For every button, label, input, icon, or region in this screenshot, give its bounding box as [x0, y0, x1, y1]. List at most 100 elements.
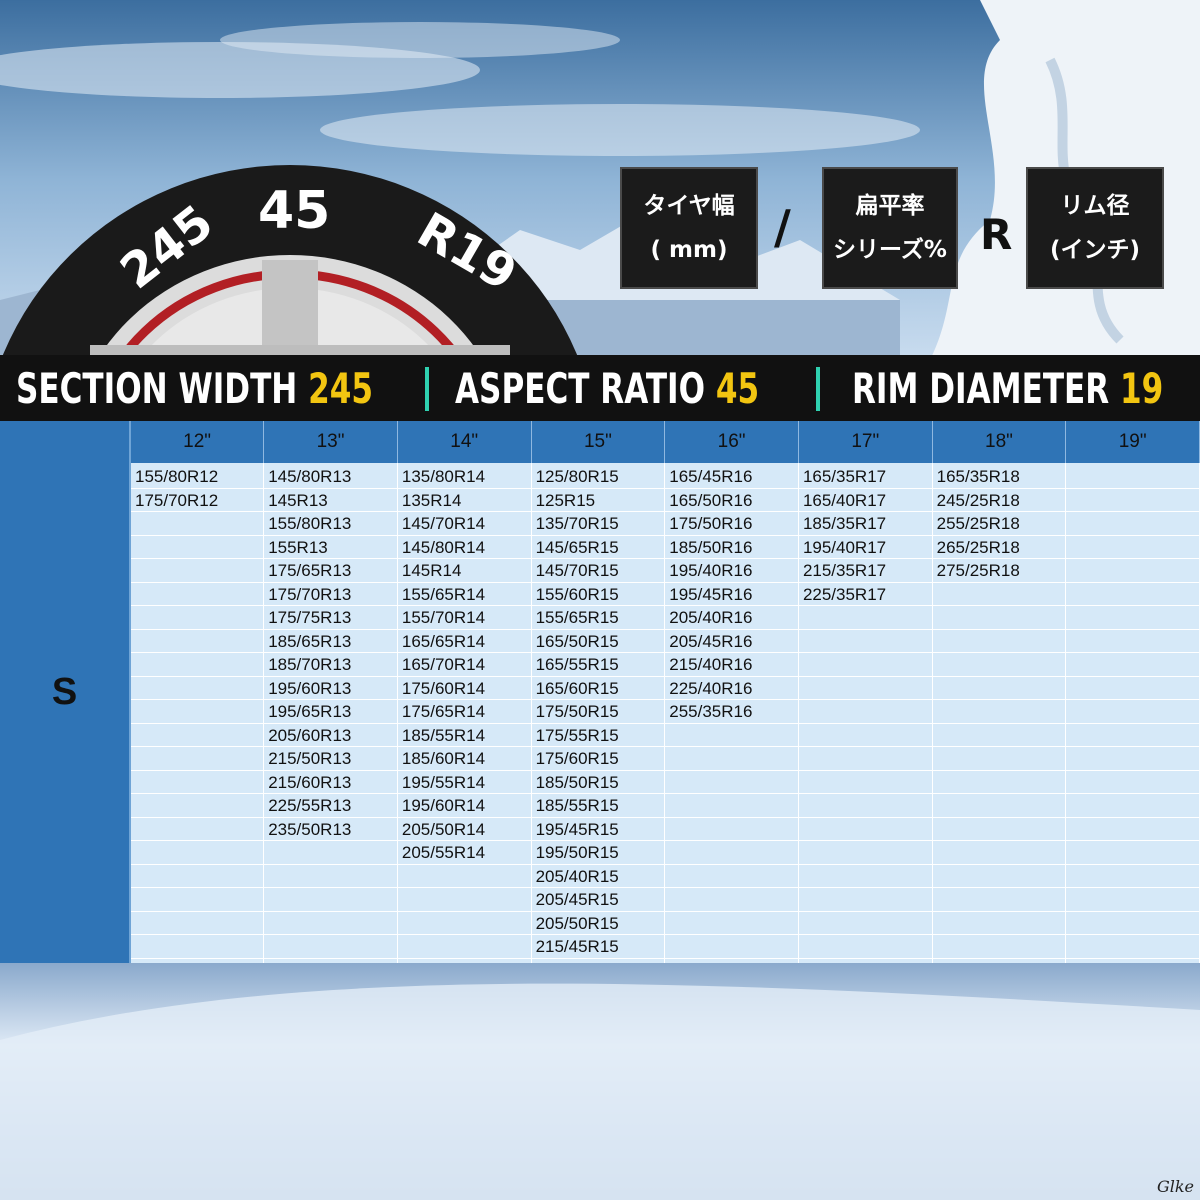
tire-size-entry: 165/50R15: [531, 630, 665, 653]
empty-grid-row: [264, 841, 397, 865]
empty-grid-row: [798, 724, 932, 747]
tire-size-entry: 175/65R14: [397, 700, 531, 724]
tire-size-table: S 12" 13" 14" 15" 16" 17" 18" 19" 155/80…: [0, 421, 1200, 963]
size-column-18: 165/35R18 245/25R18 255/25R18 265/25R18 275/…: [932, 463, 1067, 963]
tire-size-entry: 145/80R13: [264, 465, 397, 489]
aspect-ratio-legend-box: 扁平率 シリーズ%: [822, 167, 958, 289]
empty-grid-row: [131, 935, 264, 959]
empty-grid-row: [264, 912, 397, 935]
empty-grid-row: [932, 912, 1066, 935]
empty-grid-row: [665, 841, 798, 865]
size-column-15: 125/80R15 125R15 135/70R15 145/65R15 145/70R…: [531, 463, 666, 963]
empty-grid-row: [798, 771, 932, 794]
empty-grid-row: [798, 700, 932, 724]
tire-size-entry: 155/65R14: [397, 583, 531, 606]
empty-grid-row: [665, 912, 798, 935]
empty-grid-row: [1066, 771, 1199, 794]
tire-size-entry: 145/70R15: [531, 559, 665, 583]
empty-grid-row: [131, 865, 264, 888]
empty-grid-row: [665, 747, 798, 771]
tire-size-entry: 195/65R13: [264, 700, 397, 724]
tire-width-legend-box: タイヤ幅 ( mm): [620, 167, 758, 289]
size-column-19: [1065, 463, 1200, 963]
tire-sidewall-graphic: 245 45 R19: [0, 165, 580, 360]
tire-size-entry: 245/25R18: [932, 489, 1066, 512]
section-width-heading: SECTION WIDTH 245: [16, 364, 373, 413]
tire-size-entry: 185/65R13: [264, 630, 397, 653]
empty-grid-row: [798, 935, 932, 959]
empty-grid-row: [932, 841, 1066, 865]
tire-size-entry: 205/55R14: [397, 841, 531, 865]
empty-grid-row: [798, 912, 932, 935]
tire-size-entry: 215/45R15: [531, 935, 665, 959]
column-header-16: 16": [664, 421, 799, 463]
tire-size-entry: 255/35R16: [665, 700, 798, 724]
legend-slash: /: [774, 200, 791, 254]
empty-grid-row: [1066, 747, 1199, 771]
tire-size-entry: 135R14: [397, 489, 531, 512]
empty-grid-row: [932, 606, 1066, 630]
size-column-14: 135/80R14 135R14 145/70R14 145/80R14 145R14 1…: [397, 463, 532, 963]
empty-grid-row: [932, 677, 1066, 700]
band-divider: [816, 367, 820, 411]
rim-diameter-legend-box: リム径 (インチ): [1026, 167, 1164, 289]
empty-grid-row: [665, 794, 798, 818]
tire-size-entry: 155/60R15: [531, 583, 665, 606]
empty-grid-row: [798, 888, 932, 912]
tire-size-entry: 265/25R18: [932, 536, 1066, 559]
empty-grid-row: [131, 818, 264, 841]
tire-size-entry: 155/65R15: [531, 606, 665, 630]
tire-size-entry: 175/70R12: [131, 489, 264, 512]
empty-grid-row: [131, 912, 264, 935]
aspect-ratio-heading: ASPECT RATIO 45: [455, 364, 759, 413]
tire-size-entry: 185/55R14: [397, 724, 531, 747]
tire-size-entry: 215/60R13: [264, 771, 397, 794]
empty-grid-row: [397, 865, 531, 888]
empty-grid-row: [1066, 583, 1199, 606]
empty-grid-row: [264, 865, 397, 888]
tire-size-entry: 205/40R16: [665, 606, 798, 630]
tire-size-entry: 165/40R17: [798, 489, 932, 512]
rim-diameter-label: RIM DIAMETER: [852, 364, 1110, 413]
size-column-12: 155/80R12 175/70R12: [130, 463, 265, 963]
tire-size-entry: 215/50R13: [264, 747, 397, 771]
empty-grid-row: [932, 653, 1066, 677]
tire-size-entry: 215/40R16: [665, 653, 798, 677]
table-body-row: 155/80R12 175/70R12 145/80R13 145R13 155/80…: [0, 463, 1200, 963]
empty-grid-row: [665, 818, 798, 841]
empty-grid-row: [665, 935, 798, 959]
empty-grid-row: [1066, 888, 1199, 912]
empty-grid-row: [397, 912, 531, 935]
title-band: SECTION WIDTH 245 ASPECT RATIO 45 RIM DI…: [0, 355, 1200, 421]
aspect-ratio-legend-line2: シリーズ%: [833, 237, 947, 263]
tire-size-entry: 165/65R14: [397, 630, 531, 653]
tire-size-entry: 175/75R13: [264, 606, 397, 630]
tire-size-entry: 165/35R17: [798, 465, 932, 489]
tire-size-entry: 225/55R13: [264, 794, 397, 818]
empty-grid-row: [1066, 912, 1199, 935]
tire-size-entry: 155/70R14: [397, 606, 531, 630]
aspect-ratio-label: ASPECT RATIO: [455, 364, 706, 413]
tire-size-entry: 145R14: [397, 559, 531, 583]
tire-width-legend-line1: タイヤ幅: [643, 193, 735, 219]
tire-size-entry: 165/55R15: [531, 653, 665, 677]
tire-size-entry: 155/80R12: [131, 465, 264, 489]
empty-grid-row: [798, 841, 932, 865]
aspect-ratio-value: 45: [715, 364, 760, 413]
empty-grid-row: [1066, 700, 1199, 724]
empty-grid-row: [397, 888, 531, 912]
empty-grid-row: [397, 935, 531, 959]
section-width-value: 245: [308, 364, 374, 413]
empty-grid-row: [264, 888, 397, 912]
empty-grid-row: [798, 794, 932, 818]
empty-grid-row: [1066, 489, 1199, 512]
aspect-ratio-legend-line1: 扁平率: [855, 193, 925, 219]
tire-size-entry: 185/55R15: [531, 794, 665, 818]
empty-grid-row: [1066, 606, 1199, 630]
empty-grid-row: [131, 559, 264, 583]
column-header-17: 17": [798, 421, 933, 463]
empty-grid-row: [131, 888, 264, 912]
empty-grid-row: [798, 630, 932, 653]
tire-size-entry: 145R13: [264, 489, 397, 512]
tire-aspect-label: 45: [258, 181, 330, 241]
